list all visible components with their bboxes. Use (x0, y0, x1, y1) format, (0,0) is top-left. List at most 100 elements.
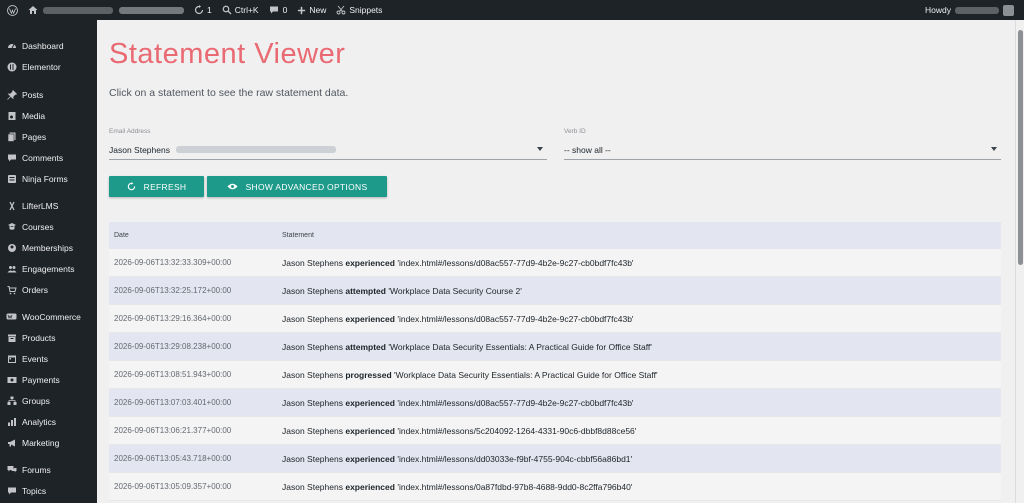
refresh-icon (127, 182, 135, 191)
calendar-icon (6, 354, 17, 365)
sidebar-item-courses[interactable]: Courses (0, 217, 97, 237)
sidebar-item-products[interactable]: Products (0, 328, 97, 348)
show-advanced-options-button[interactable]: SHOW ADVANCED OPTIONS (207, 176, 387, 197)
comments-count: 0 (282, 5, 288, 15)
snippets-link[interactable]: Snippets (331, 0, 387, 20)
site-home-link[interactable] (23, 0, 189, 20)
howdy-label: Howdy (925, 5, 951, 15)
refresh-button[interactable]: REFRESH (109, 176, 204, 197)
woocommerce-icon (6, 312, 17, 323)
statement-actor: Jason Stephens (282, 369, 343, 380)
table-row[interactable]: 2026-09-06T13:08:51.943+00:00 Jason Steph… (109, 361, 1001, 389)
sidebar-item-label: Products (22, 333, 56, 343)
comments-icon (6, 153, 17, 164)
sidebar-item-label: Memberships (22, 243, 74, 253)
statement-verb: experienced (345, 397, 395, 408)
table-row[interactable]: 2026-09-06T13:07:03.401+00:00 Jason Steph… (109, 389, 1001, 417)
email-select[interactable]: Jason Stephens (109, 140, 547, 160)
sidebar-item-pages[interactable]: Pages (0, 127, 97, 147)
new-label: New (309, 5, 327, 15)
sidebar-item-media[interactable]: Media (0, 106, 97, 126)
command-palette-link[interactable]: Ctrl+K (217, 0, 264, 20)
statement-date: 2026-09-06T13:32:33.309+00:00 (114, 258, 232, 267)
sidebar-item-topics[interactable]: Topics (0, 481, 97, 501)
username-blurred (955, 6, 999, 14)
statement-verb: experienced (345, 425, 395, 436)
statement-date: 2026-09-06T13:29:08.238+00:00 (114, 342, 232, 351)
statement-object: 'index.html#/lessons/d08ac557-77d9-4b2e-… (397, 313, 634, 324)
sidebar-item-ninja-forms[interactable]: Ninja Forms (0, 169, 97, 189)
sidebar-item-engagements[interactable]: Engagements (0, 259, 97, 279)
ctrlk-label: Ctrl+K (234, 5, 259, 15)
statement-text: Jason Stephens progressed 'Workplace Dat… (282, 370, 1001, 380)
sidebar-item-memberships[interactable]: Memberships (0, 238, 97, 258)
statement-object: 'index.html#/lessons/d08ac557-77d9-4b2e-… (397, 257, 634, 268)
sidebar-item-events[interactable]: Events (0, 349, 97, 369)
sidebar-item-lifterlms[interactable]: LifterLMS (0, 196, 97, 216)
email-value: Jason Stephens (109, 144, 170, 155)
statement-verb: experienced (345, 481, 395, 492)
verb-select[interactable]: -- show all -- (564, 140, 1001, 160)
sidebar-item-label: Orders (22, 285, 48, 295)
sidebar-item-posts[interactable]: Posts (0, 85, 97, 105)
statement-text: Jason Stephens experienced 'index.html#/… (282, 454, 1001, 464)
table-row[interactable]: 2026-09-06T13:06:21.377+00:00 Jason Steph… (109, 417, 1001, 445)
sidebar-item-analytics[interactable]: Analytics (0, 412, 97, 432)
date-column-header: Date (114, 232, 129, 239)
elementor-icon (6, 62, 17, 73)
sidebar-item-label: Comments (22, 153, 64, 163)
scroll-thumb[interactable] (1018, 30, 1023, 265)
page-subtitle: Click on a statement to see the raw stat… (109, 87, 349, 99)
updates-link[interactable]: 1 (189, 0, 217, 20)
sidebar-item-comments[interactable]: Comments (0, 148, 97, 168)
courses-icon (6, 222, 17, 233)
statement-text: Jason Stephens attempted 'Workplace Data… (282, 342, 1001, 352)
table-row[interactable]: 2026-09-06T13:05:43.718+00:00 Jason Steph… (109, 445, 1001, 473)
forums-icon (6, 465, 17, 476)
page-scrollbar[interactable] (1015, 20, 1024, 503)
memberships-icon (6, 243, 17, 254)
refresh-icon (194, 5, 204, 15)
statement-date: 2026-09-06T13:29:16.364+00:00 (114, 314, 232, 323)
statement-actor: Jason Stephens (282, 257, 343, 268)
sidebar-item-label: Elementor (22, 62, 61, 72)
page-title: Statement Viewer (109, 38, 346, 70)
table-row[interactable]: 2026-09-06T13:32:33.309+00:00 Jason Steph… (109, 249, 1001, 277)
table-row[interactable]: 2026-09-06T13:29:08.238+00:00 Jason Steph… (109, 333, 1001, 361)
sidebar-item-orders[interactable]: Orders (0, 280, 97, 300)
engagements-icon (6, 264, 17, 275)
sidebar-item-label: Ninja Forms (22, 174, 68, 184)
home-icon (28, 6, 38, 14)
statement-actor: Jason Stephens (282, 453, 343, 464)
statement-date: 2026-09-06T13:05:43.718+00:00 (114, 454, 232, 463)
table-row[interactable]: 2026-09-06T13:29:16.364+00:00 Jason Steph… (109, 305, 1001, 333)
sidebar-item-marketing[interactable]: Marketing (0, 433, 97, 453)
chart-icon (6, 417, 17, 428)
new-content-link[interactable]: New (292, 0, 331, 20)
search-icon (222, 5, 232, 15)
table-header: Date Statement (109, 222, 1001, 249)
sidebar-item-label: Courses (22, 222, 54, 232)
sidebar-item-elementor[interactable]: Elementor (0, 57, 97, 77)
sidebar-item-forums[interactable]: Forums (0, 460, 97, 480)
site-name-blurred (43, 6, 113, 14)
comments-link[interactable]: 0 (264, 0, 293, 20)
sidebar-item-dashboard[interactable]: Dashboard (0, 36, 97, 56)
site-name-blurred-2 (119, 6, 184, 14)
statement-object: 'Workplace Data Security Course 2' (388, 285, 522, 296)
sidebar-item-woocommerce[interactable]: WooCommerce (0, 307, 97, 327)
sidebar-item-payments[interactable]: Payments (0, 370, 97, 390)
table-row[interactable]: 2026-09-06T13:32:25.172+00:00 Jason Steph… (109, 277, 1001, 305)
wordpress-logo-icon[interactable] (0, 0, 23, 20)
statements-table: Date Statement 2026-09-06T13:32:33.309+0… (109, 222, 1001, 501)
sidebar-item-groups[interactable]: Groups (0, 391, 97, 411)
statement-verb: experienced (345, 453, 395, 464)
statement-text: Jason Stephens attempted 'Workplace Data… (282, 286, 1001, 296)
lifterlms-icon (6, 201, 17, 212)
statement-date: 2026-09-06T13:08:51.943+00:00 (114, 370, 232, 379)
scissors-icon (336, 5, 346, 15)
my-account-link[interactable]: Howdy (925, 0, 1014, 20)
admin-sidebar: Dashboard Elementor Posts Media Pages Comment… (0, 20, 97, 503)
money-icon (6, 375, 17, 386)
table-row[interactable]: 2026-09-06T13:05:09.357+00:00 Jason Steph… (109, 473, 1001, 501)
